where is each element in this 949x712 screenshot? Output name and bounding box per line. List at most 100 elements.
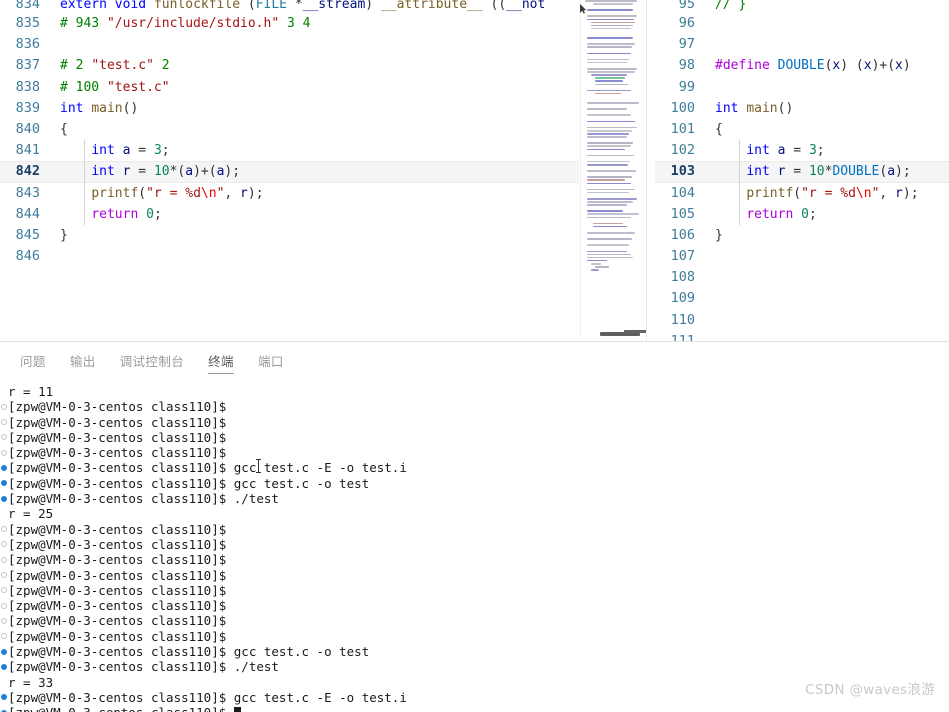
code-text: { <box>60 121 68 137</box>
line-number: 97 <box>678 36 695 53</box>
code-text: printf("r = %d\n", r); <box>91 185 264 201</box>
terminal-line: [zpw@VM-0-3-centos class110]$ <box>0 415 949 430</box>
code-text: int r = 10*DOUBLE(a); <box>746 164 911 180</box>
panel-tab-2[interactable]: 调试控制台 <box>108 342 197 380</box>
prompt-marker-icon <box>1 526 7 533</box>
code-line[interactable]: 108 <box>655 267 949 288</box>
watermark: CSDN @waves浪游 <box>805 682 935 698</box>
code-line[interactable]: 98 #define DOUBLE(x) (x)+(x) <box>655 55 949 76</box>
code-line[interactable]: 101 { <box>655 119 949 140</box>
panel-tab-4[interactable]: 端口 <box>246 342 296 380</box>
code-line[interactable]: 838 # 100 "test.c" <box>0 77 579 98</box>
line-number: 840 <box>15 120 40 137</box>
editor-pane-right[interactable]: 95 // } 96 97 98 #define DOUBLE(x) (x)+(x) 99 1… <box>655 0 949 341</box>
editor-area: 834 extern void funlockfile (FILE *__stre… <box>0 0 949 341</box>
terminal-line: [zpw@VM-0-3-centos class110]$ gcc test.c… <box>0 476 949 491</box>
terminal-line: [zpw@VM-0-3-centos class110]$ <box>0 583 949 598</box>
panel-tab-bar[interactable]: 问题 输出 调试控制台 终端 端口 <box>0 342 949 380</box>
code-line[interactable]: 96 <box>655 13 949 34</box>
minimap-line <box>595 80 623 83</box>
code-lines-left[interactable]: 834 extern void funlockfile (FILE *__stre… <box>0 0 579 267</box>
terminal-text: [zpw@VM-0-3-centos class110]$ ./test <box>8 491 279 507</box>
editor-split-divider[interactable] <box>646 0 647 341</box>
code-text: } <box>60 227 68 243</box>
bottom-panel: 问题 输出 调试控制台 终端 端口 r = 11 [zpw@VM-0-3-centos c… <box>0 341 949 712</box>
line-number: 839 <box>15 99 40 116</box>
code-line[interactable]: 844 return 0; <box>0 203 579 225</box>
code-text: { <box>715 121 723 137</box>
minimap-line <box>595 77 625 79</box>
line-number: 102 <box>670 142 695 159</box>
code-line[interactable]: 110 <box>655 310 949 331</box>
minimap-line <box>587 182 631 185</box>
code-line[interactable]: 834 extern void funlockfile (FILE *__stre… <box>0 0 579 13</box>
code-line[interactable]: 840 { <box>0 119 579 140</box>
line-number: 108 <box>670 269 695 286</box>
code-line[interactable]: 839 int main() <box>0 98 579 119</box>
code-line[interactable]: 836 <box>0 34 579 55</box>
code-line[interactable]: 843 printf("r = %d\n", r); <box>0 182 579 204</box>
minimap-line <box>587 198 637 200</box>
command-marker-icon <box>1 464 7 471</box>
line-number: 846 <box>15 248 40 265</box>
code-line[interactable]: 102 int a = 3; <box>655 140 949 162</box>
terminal-line: [zpw@VM-0-3-centos class110]$ <box>0 568 949 583</box>
indent-guide <box>84 182 85 204</box>
code-line[interactable]: 845} <box>0 225 579 246</box>
code-line[interactable]: 846 <box>0 246 579 267</box>
code-line[interactable]: 95 // } <box>655 0 949 13</box>
code-text: return 0; <box>91 206 162 222</box>
code-lines-right[interactable]: 95 // } 96 97 98 #define DOUBLE(x) (x)+(x) 99 1… <box>655 0 949 341</box>
code-line[interactable]: 111 <box>655 331 949 341</box>
editor-pane-left[interactable]: 834 extern void funlockfile (FILE *__stre… <box>0 0 579 341</box>
code-line[interactable]: 109 <box>655 288 949 309</box>
line-number: 841 <box>15 142 40 159</box>
code-line[interactable]: 842 int r = 10*(a)+(a); <box>0 161 579 183</box>
prompt-marker-icon <box>1 403 7 410</box>
panel-tab-3[interactable]: 终端 <box>196 342 246 380</box>
prompt-marker-icon <box>1 449 7 456</box>
minimap-lines <box>581 0 641 271</box>
minimap-line <box>587 188 635 191</box>
minimap-line <box>587 108 627 110</box>
minimap[interactable] <box>580 0 641 337</box>
panel-tab-1[interactable]: 输出 <box>58 342 108 380</box>
minimap-line <box>587 148 625 151</box>
minimap-line <box>587 191 629 194</box>
code-line[interactable]: 106} <box>655 225 949 246</box>
code-line[interactable]: 837 # 2 "test.c" 2 <box>0 55 579 76</box>
code-line[interactable]: 107 <box>655 246 949 267</box>
terminal-line: [zpw@VM-0-3-centos class110]$ <box>0 445 949 460</box>
minimap-line <box>587 145 631 147</box>
terminal-text: [zpw@VM-0-3-centos class110]$ ./test <box>8 659 279 675</box>
code-line[interactable]: 835 # 943 "/usr/include/stdio.h" 3 4 <box>0 13 579 34</box>
code-line[interactable]: 97 <box>655 34 949 55</box>
code-text: printf("r = %d\n", r); <box>746 185 919 201</box>
prompt-marker-icon <box>1 541 7 548</box>
line-number: 836 <box>15 36 40 53</box>
terminal-line: [zpw@VM-0-3-centos class110]$ <box>0 629 949 644</box>
minimap-line <box>587 136 627 138</box>
line-number: 105 <box>670 205 695 222</box>
code-line[interactable]: 105 return 0; <box>655 203 949 225</box>
terminal-output[interactable]: r = 11 [zpw@VM-0-3-centos class110]$ [zpw@… <box>0 380 949 712</box>
minimap-line <box>587 61 627 64</box>
minimap-line <box>587 160 630 163</box>
terminal-text: [zpw@VM-0-3-centos class110]$ <box>8 429 227 445</box>
minimap-line <box>587 256 633 259</box>
minimap-line <box>587 43 635 45</box>
code-line[interactable]: 99 <box>655 77 949 98</box>
minimap-line <box>591 27 631 30</box>
terminal-text: [zpw@VM-0-3-centos class110]$ <box>8 521 227 537</box>
terminal-text: [zpw@VM-0-3-centos class110]$ gcc test.c… <box>8 460 407 476</box>
code-text: int a = 3; <box>91 143 170 159</box>
minimap-line <box>587 142 633 144</box>
code-line[interactable]: 841 int a = 3; <box>0 140 579 162</box>
code-line[interactable]: 104 printf("r = %d\n", r); <box>655 182 949 204</box>
minimap-right-scrollbar[interactable] <box>624 330 646 333</box>
minimap-line <box>587 133 629 135</box>
code-line[interactable]: 100 int main() <box>655 98 949 119</box>
line-number: 96 <box>678 15 695 31</box>
code-line[interactable]: 103 int r = 10*DOUBLE(a); <box>655 161 949 183</box>
panel-tab-0[interactable]: 问题 <box>8 342 58 380</box>
